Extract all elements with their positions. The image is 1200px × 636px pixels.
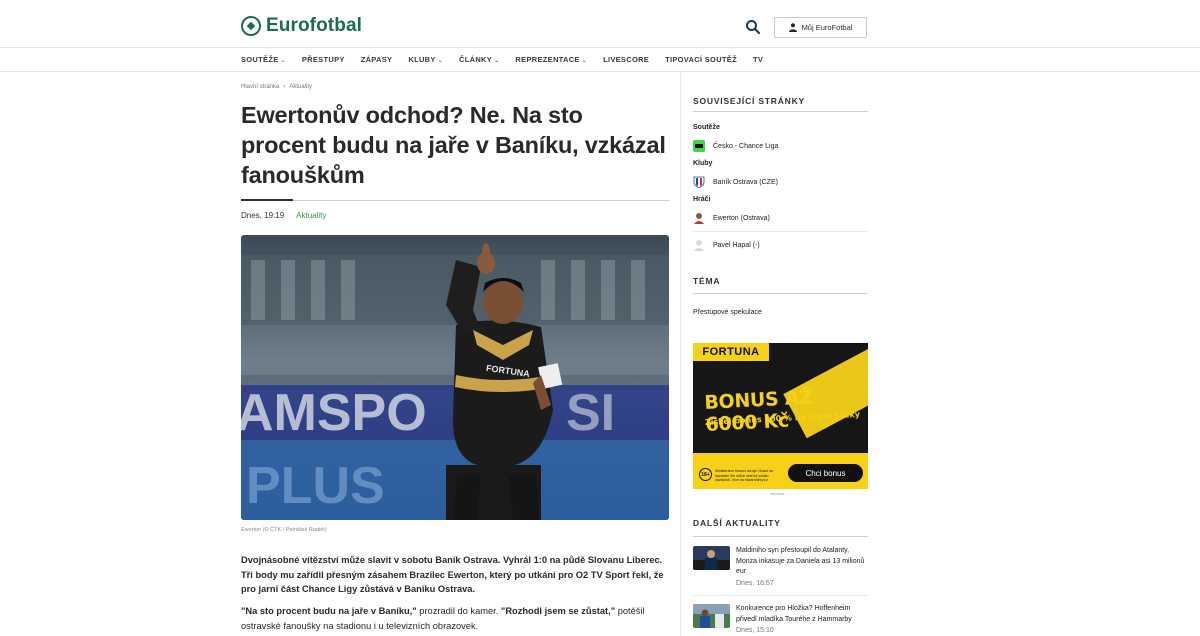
football-logo-icon (241, 16, 261, 36)
players-label: Hráči (693, 196, 711, 203)
player-avatar-icon (694, 213, 704, 224)
news-time: Dnes, 15:10 (736, 627, 774, 634)
article-meta: Dnes, 19:19 Aktuality (241, 211, 326, 220)
topic-title: TÉMA (693, 276, 721, 286)
nav-item-label: ZÁPASY (360, 55, 393, 64)
nav-item-label: REPREZENTACE (515, 55, 580, 64)
chance-liga-icon (693, 140, 705, 152)
quote-2: "Rozhodl jsem se zůstat," (500, 606, 616, 616)
topic-rule (693, 293, 868, 294)
main-navigation: SOUTĚŽE ⌄ PŘESTUPY ZÁPASY KLUBY ⌄ ČLÁNKY ⌄ REPRE… (0, 48, 1200, 72)
news-item[interactable]: Maldiniho syn přestoupil do Atalanty, Mo… (693, 546, 868, 587)
related-pages-rule (693, 111, 868, 112)
site-header: Eurofotbal Můj EuroFotbal (0, 0, 1200, 48)
competitions-label: Soutěže (693, 124, 720, 131)
article-paragraph: "Na sto procent budu na jaře v Baníku," … (241, 604, 671, 633)
title-divider-accent (241, 199, 293, 201)
nav-item-reprezentace[interactable]: REPREZENTACE ⌄ (515, 55, 587, 64)
ad-label: reklama (770, 491, 785, 496)
article-lead: Dvojnásobné vítězství může slavit v sobo… (241, 555, 664, 594)
search-icon[interactable] (745, 19, 761, 35)
nav-item-livescore[interactable]: LIVESCORE (603, 55, 649, 64)
nav-item-label: SOUTĚŽE (241, 55, 279, 64)
breadcrumb-separator: › (283, 84, 286, 90)
fortuna-ad-banner[interactable]: FORTUNA BONUS AŽ 6000 Kč Získej bonus 20… (693, 343, 868, 489)
nav-item-soutěže[interactable]: SOUTĚŽE ⌄ (241, 55, 286, 64)
news-divider (693, 595, 868, 596)
more-news-title: DALŠÍ AKTUALITY (693, 518, 781, 528)
paragraph-text-1: prozradil do kamer. (416, 606, 501, 616)
svg-text:SI: SI (566, 384, 615, 442)
breadcrumb-home-link[interactable]: Hlavní stránka (241, 84, 279, 90)
breadcrumb-current[interactable]: Aktuality (289, 84, 312, 90)
chevron-down-icon: ⌄ (581, 58, 588, 64)
player-divider (693, 231, 868, 232)
nav-item-tv[interactable]: TV (753, 55, 763, 64)
player-placeholder-icon (694, 240, 704, 251)
article-hero-image: AMSPO SI PLUS FORTUNA (241, 235, 669, 520)
user-icon (788, 23, 797, 32)
ad-cta-button[interactable]: Chci bonus (788, 464, 863, 482)
related-player-link-2[interactable]: Pavel Hapal (-) (693, 239, 760, 251)
news-title: Maldiniho syn přestoupil do Atalanty, Mo… (736, 547, 865, 575)
ad-disclaimer: Ministerstvo financí varuje: Účast na ha… (715, 469, 773, 482)
article-category-link[interactable]: Aktuality (296, 211, 326, 220)
image-caption: Ewerton (© ČTK / Petrášek Radek) (241, 527, 327, 533)
chevron-down-icon: ⌄ (494, 58, 500, 64)
nav-item-tipovací-soutěž[interactable]: TIPOVACÍ SOUTĚŽ (665, 55, 737, 64)
news-time: Dnes, 16:57 (736, 579, 774, 587)
my-account-label: Můj EuroFotbal (801, 23, 853, 32)
chevron-down-icon: ⌄ (280, 58, 286, 64)
related-pages-title: SOUVISEJÍCÍ STRÁNKY (693, 96, 806, 106)
article-date: Dnes, 19:19 (241, 211, 285, 220)
article-title: Ewertonův odchod? Ne. Na sto procent bud… (241, 102, 666, 188)
more-news-rule (693, 536, 868, 537)
ad-brand: FORTUNA (693, 343, 769, 361)
topic-link[interactable]: Přestupové spekulace (693, 309, 762, 316)
news-title: Konkurence pro Hložka? Hoffenheim přived… (736, 605, 852, 623)
my-account-button[interactable]: Můj EuroFotbal (774, 17, 867, 38)
nav-item-zápasy[interactable]: ZÁPASY (361, 55, 393, 64)
clubs-label: Kluby (693, 160, 713, 167)
related-player-link-1[interactable]: Ewerton (Ostrava) (693, 212, 770, 224)
logo-text: Eurofotbal (266, 15, 362, 36)
svg-text:PLUS: PLUS (246, 457, 385, 515)
nav-item-label: ČLÁNKY (459, 55, 493, 64)
nav-item-label: TIPOVACÍ SOUTĚŽ (665, 55, 737, 64)
player-name-2: Pavel Hapal (-) (713, 241, 760, 249)
player-name-1: Ewerton (Ostrava) (713, 214, 770, 222)
age-limit-badge: 18+ (699, 468, 712, 481)
nav-item-články[interactable]: ČLÁNKY ⌄ (459, 55, 499, 64)
nav-item-přestupy[interactable]: PŘESTUPY (302, 55, 345, 64)
chevron-down-icon: ⌄ (437, 58, 444, 64)
banik-ostrava-crest-icon (693, 176, 705, 188)
nav-item-kluby[interactable]: KLUBY ⌄ (408, 55, 443, 64)
club-name: Baník Ostrava (CZE) (713, 178, 778, 186)
related-club-link[interactable]: Baník Ostrava (CZE) (693, 176, 778, 188)
news-item[interactable]: Konkurence pro Hložka? Hoffenheim přived… (693, 604, 868, 634)
nav-items: SOUTĚŽE ⌄ PŘESTUPY ZÁPASY KLUBY ⌄ ČLÁNKY ⌄ REPRE… (241, 55, 779, 64)
news-thumbnail (693, 546, 730, 570)
breadcrumb: Hlavní stránka › Aktuality (241, 84, 312, 90)
nav-item-label: PŘESTUPY (301, 55, 345, 64)
quote-1: "Na sto procent budu na jaře v Baníku," (241, 606, 417, 616)
title-divider (241, 200, 669, 201)
nav-item-label: LIVESCORE (603, 55, 650, 64)
svg-text:AMSPO: AMSPO (241, 384, 427, 442)
news-thumbnail (693, 604, 730, 628)
site-logo[interactable]: Eurofotbal (241, 15, 362, 37)
nav-item-label: TV (752, 55, 764, 64)
nav-item-label: KLUBY (408, 55, 436, 64)
related-competition-link[interactable]: Česko - Chance Liga (693, 140, 778, 152)
competition-name: Česko - Chance Liga (713, 142, 779, 150)
ad-bottom-bar: 18+ Ministerstvo financí varuje: Účast n… (693, 453, 868, 489)
